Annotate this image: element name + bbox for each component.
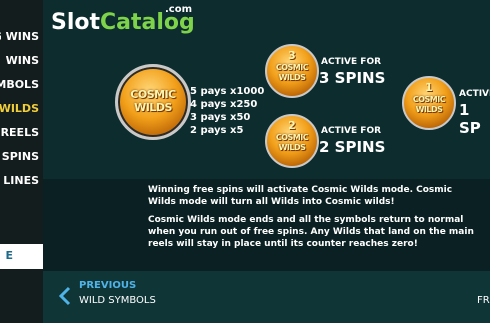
previous-page-name[interactable]: WILD SYMBOLS (79, 295, 156, 306)
counter-number: 2 (288, 119, 296, 132)
pays-row: 3 pays x50 (190, 112, 251, 123)
sidebar-item-main-reels[interactable]: N REELS (0, 126, 39, 139)
sidebar-item-free-spins[interactable]: E SPINS (0, 150, 39, 163)
watermark-slot: Slot (51, 10, 101, 35)
description-paragraph-2: Cosmic Wilds mode ends and all the symbo… (148, 215, 474, 249)
active-for-label: ACTIVE FOR (321, 57, 382, 67)
sidebar-item-pay-lines[interactable]: N LINES (0, 174, 39, 187)
pays-row: 5 pays x1000 (190, 86, 265, 97)
cosmic-wild-label-2: WILDS (134, 101, 172, 114)
counter-label-1: COSMIC (275, 63, 309, 72)
watermark-dotcom: .com (165, 4, 193, 15)
watermark-logo: SlotCatalog .com (43, 0, 203, 42)
cosmic-wild-label-1: COSMIC (130, 88, 176, 101)
main-panel: SlotCatalog .com COSMIC WILDS 5 pays x10… (43, 0, 490, 323)
next-page-name[interactable]: FR (477, 295, 490, 306)
spins-count: 1 SP (459, 101, 481, 137)
active-for-label: ACTIVE (459, 89, 490, 99)
sidebar-item-wins[interactable]: WINS (6, 54, 39, 67)
counter-label-1: COSMIC (275, 133, 309, 142)
bottom-navigation: PREVIOUS WILD SYMBOLS FR (43, 271, 490, 323)
chevron-left-icon[interactable] (57, 286, 73, 306)
sidebar-bottom-label: E (5, 249, 13, 262)
counter-number: 1 (425, 81, 433, 94)
pays-row: 4 pays x250 (190, 99, 258, 110)
description-box: Winning free spins will activate Cosmic … (43, 179, 490, 271)
sidebar-item-winning-wins[interactable]: TING WINS (0, 30, 39, 43)
sidebar: TING WINS WINS SYMBOLS C WILDS N REELS E… (0, 0, 43, 323)
spins-count: 2 SPINS (319, 138, 386, 156)
description-paragraph-1: Winning free spins will activate Cosmic … (148, 185, 453, 207)
sidebar-item-cosmic-wilds[interactable]: C WILDS (0, 102, 39, 115)
sidebar-bottom-button[interactable]: E (0, 244, 43, 269)
counter-label-2: WILDS (278, 143, 306, 152)
active-for-label: ACTIVE FOR (321, 126, 382, 136)
pays-table: 5 pays x1000 4 pays x250 3 pays x50 2 pa… (190, 85, 264, 137)
pays-row: 2 pays x5 (190, 125, 244, 136)
cosmic-wild-counter-1: 1 COSMIC WILDS (402, 76, 456, 130)
counter-label-2: WILDS (278, 73, 306, 82)
cosmic-wild-counter-2: 2 COSMIC WILDS (265, 114, 319, 168)
spins-count: 3 SPINS (319, 69, 386, 87)
sidebar-item-symbols[interactable]: SYMBOLS (0, 78, 39, 91)
cosmic-wild-counter-3: 3 COSMIC WILDS (265, 44, 319, 98)
previous-button-label[interactable]: PREVIOUS (79, 280, 136, 291)
cosmic-wild-symbol: COSMIC WILDS (115, 64, 191, 140)
counter-label-1: COSMIC (412, 95, 446, 104)
counter-number: 3 (288, 49, 296, 62)
counter-label-2: WILDS (415, 105, 443, 114)
